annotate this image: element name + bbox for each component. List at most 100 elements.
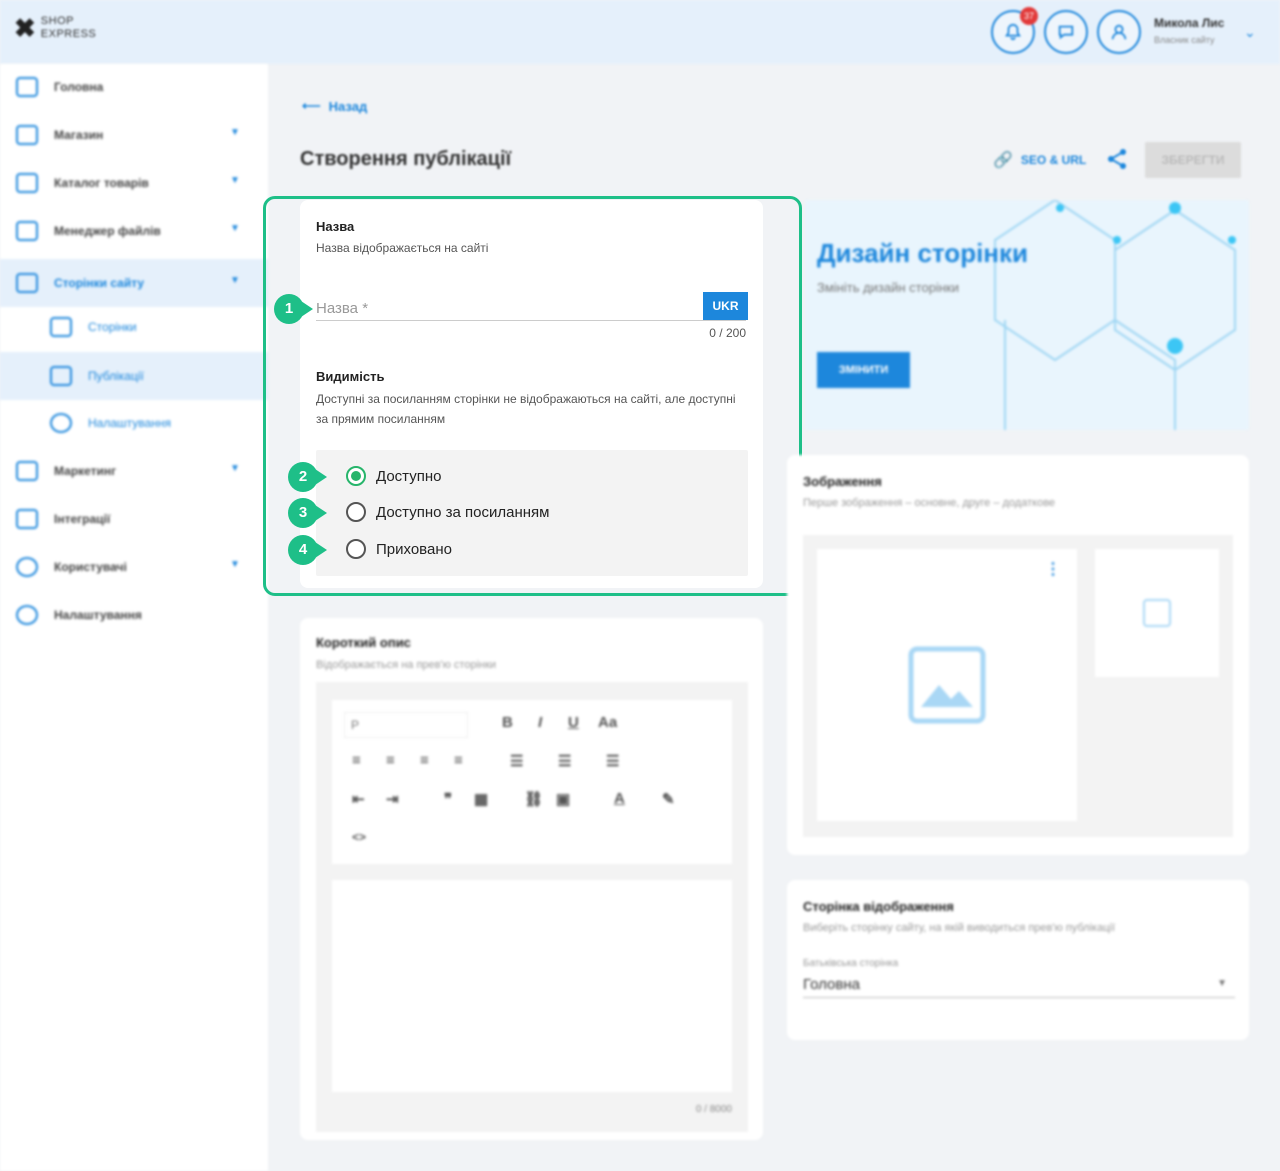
messages-button[interactable] (1044, 10, 1088, 54)
user-icon (1111, 24, 1127, 40)
highlight-icon[interactable]: ✎ (662, 790, 675, 808)
align-right-icon[interactable]: ≡ (420, 752, 429, 769)
image-icon[interactable]: ▣ (556, 790, 570, 808)
book-icon (16, 173, 38, 193)
cart-icon (16, 125, 38, 145)
pages-icon (16, 273, 38, 293)
align-left-icon[interactable]: ≡ (352, 752, 361, 769)
sidebar-item-label: Сторінки (88, 320, 137, 334)
more-vert-icon[interactable]: ⋮ (1045, 559, 1061, 579)
sidebar-item-pages[interactable]: Сторінки (0, 307, 268, 347)
home-icon (16, 77, 38, 97)
sidebar-item-label: Каталог товарів (54, 176, 149, 190)
sidebar-item-label: Налаштування (88, 416, 171, 430)
sidebar-item-label: Налаштування (54, 608, 142, 622)
indent-icon[interactable]: ⇥ (386, 790, 399, 808)
chevron-down-icon[interactable]: ⌄ (1244, 24, 1256, 41)
text-color-icon[interactable]: A (614, 790, 625, 807)
sidebar-item-catalog[interactable]: Каталог товарів ▼ (0, 163, 268, 203)
back-link[interactable]: ⟵ Назад (302, 98, 367, 114)
save-button[interactable]: ЗБЕРЕГТИ (1145, 142, 1241, 178)
short-description-card: Короткий опис Відображається на прев'ю с… (300, 618, 763, 1140)
align-center-icon[interactable]: ≡ (386, 752, 395, 769)
bell-icon (1005, 23, 1021, 41)
quote-icon[interactable]: ❞ (444, 790, 452, 808)
arrow-left-icon: ⟵ (302, 98, 321, 113)
sidebar-item-publications[interactable]: Публікації (0, 352, 268, 400)
sidebar-item-page-settings[interactable]: Налаштування (0, 403, 268, 443)
step-marker: 4 (288, 535, 327, 565)
bold-icon[interactable]: B (502, 714, 513, 731)
sidebar-item-site-pages[interactable]: Сторінки сайту ▼ (0, 259, 268, 307)
font-size-icon[interactable]: Aa (598, 714, 617, 731)
user-info[interactable]: Микола Лис Власник сайту (1154, 16, 1224, 45)
sidebar-item-label: Користувачі (54, 560, 127, 574)
step-marker: 1 (274, 294, 313, 324)
sidebar-item-shop[interactable]: Магазин ▼ (0, 115, 268, 155)
notifications-button[interactable]: 37 (991, 7, 1038, 54)
logo[interactable]: ✖ SHOP EXPRESS (14, 15, 96, 41)
design-banner: Дизайн сторінки Змініть дизайн сторінки … (805, 200, 1249, 430)
change-design-button[interactable]: ЗМІНИТИ (817, 352, 910, 388)
format-select[interactable]: P (344, 712, 468, 738)
description-textarea[interactable] (332, 880, 732, 1092)
align-justify-icon[interactable]: ≡ (454, 752, 463, 769)
highlight-frame (263, 196, 802, 596)
sidebar-item-files[interactable]: Менеджер файлів ▼ (0, 211, 268, 251)
sidebar: Головна Магазин ▼ Каталог товарів ▼ Менедж… (0, 64, 268, 1171)
hexagon-pattern-icon (994, 200, 1236, 430)
chevron-down-icon: ▼ (230, 127, 240, 138)
seo-label: SEO & URL (1020, 153, 1087, 167)
image-placeholder-icon (1143, 599, 1171, 627)
design-subtitle: Змініть дизайн сторінки (817, 280, 959, 295)
display-page-subtitle: Виберіть сторінку сайту, на якій виводит… (803, 922, 1116, 934)
secondary-image-slot[interactable] (1095, 549, 1219, 677)
short-desc-subtitle: Відображається на прев'ю сторінки (316, 659, 497, 671)
profile-button[interactable] (1097, 10, 1141, 54)
sidebar-item-label: Сторінки сайту (54, 276, 145, 290)
sidebar-item-marketing[interactable]: Маркетинг ▼ (0, 451, 268, 491)
user-icon (16, 557, 38, 577)
short-desc-heading: Короткий опис (316, 635, 411, 650)
seo-url-button[interactable]: 🔗 SEO & URL (993, 150, 1086, 170)
gear-icon (50, 413, 72, 433)
page-title: Створення публікації (300, 148, 512, 170)
numbered-list-icon[interactable]: ☰ (558, 752, 571, 770)
parent-page-select[interactable]: Головна ▼ (803, 972, 1235, 998)
display-page-heading: Сторінка відображення (803, 899, 954, 914)
step-marker: 3 (288, 498, 327, 528)
images-card: Зображення Перше зображення – основне, д… (787, 455, 1249, 855)
sidebar-item-label: Маркетинг (54, 464, 117, 478)
sidebar-item-label: Публікації (88, 369, 144, 383)
rich-text-editor: P B I U Aa ≡ ≡ ≡ ≡ ☰ ☰ ☰ ⇤ ⇥ ❞ ▦ ⛓ ▣ A ✎… (316, 682, 748, 1132)
chevron-down-icon: ▼ (230, 175, 240, 186)
share-icon (1108, 149, 1126, 169)
sidebar-item-users[interactable]: Користувачі ▼ (0, 547, 268, 587)
sidebar-item-home[interactable]: Головна (0, 67, 268, 107)
chevron-down-icon: ▼ (230, 223, 240, 234)
link-icon: 🔗 (993, 152, 1013, 169)
bullet-list-icon[interactable]: ☰ (510, 752, 523, 770)
sidebar-item-settings[interactable]: Налаштування (0, 595, 268, 635)
table-icon[interactable]: ▦ (474, 790, 488, 808)
underline-icon[interactable]: U (568, 714, 579, 731)
folder-icon (16, 221, 38, 241)
italic-icon[interactable]: I (538, 714, 542, 731)
share-button[interactable] (1106, 148, 1128, 175)
outdent-icon[interactable]: ⇤ (352, 790, 365, 808)
publication-icon (50, 366, 72, 386)
source-code-icon[interactable]: <> (352, 830, 366, 844)
sidebar-item-integrations[interactable]: Інтеграції (0, 499, 268, 539)
user-role: Власник сайту (1154, 35, 1215, 45)
editor-toolbar: P B I U Aa ≡ ≡ ≡ ≡ ☰ ☰ ☰ ⇤ ⇥ ❞ ▦ ⛓ ▣ A ✎… (332, 700, 732, 864)
gear-icon (16, 605, 38, 625)
notification-badge: 37 (1020, 7, 1038, 25)
main-image-slot[interactable]: ⋮ (817, 549, 1077, 821)
link-icon[interactable]: ⛓ (524, 790, 543, 808)
description-counter: 0 / 8000 (695, 1104, 732, 1115)
logo-icon: ✖ (14, 13, 36, 43)
back-label: Назад (328, 98, 368, 114)
tag-icon (16, 461, 38, 481)
sidebar-item-label: Інтеграції (54, 512, 111, 526)
line-height-icon[interactable]: ☰ (606, 752, 619, 770)
